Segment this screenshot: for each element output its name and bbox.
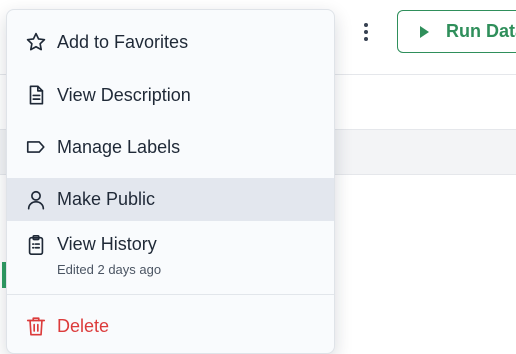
trash-icon [25,315,47,337]
menu-divider [7,294,334,295]
menu-item-label: View Description [57,84,191,105]
menu-item-label: Add to Favorites [57,31,189,52]
menu-item-text: View History Edited 2 days ago [57,234,161,277]
menu-item-view-description[interactable]: View Description [7,74,334,116]
context-menu: Add to Favorites View Description Manage… [6,9,335,354]
kebab-dot [364,23,368,27]
menu-item-label: Make Public [57,189,156,209]
document-icon [25,84,47,106]
menu-item-sublabel: Edited 2 days ago [57,262,162,277]
play-icon [420,25,429,38]
menu-item-label: Manage Labels [57,136,181,157]
menu-item-view-history[interactable]: View History Edited 2 days ago [7,234,334,286]
more-options-icon[interactable] [354,20,378,44]
menu-item-manage-labels[interactable]: Manage Labels [7,126,334,168]
kebab-dot [364,30,368,34]
tag-icon [25,136,47,158]
menu-item-label: View History [57,234,157,254]
kebab-dot [364,37,368,41]
user-icon [25,189,47,211]
menu-item-add-to-favorites[interactable]: Add to Favorites [7,21,334,63]
run-data-button-label: Run Data [446,21,516,41]
menu-item-delete[interactable]: Delete [7,305,334,347]
menu-item-make-public[interactable]: Make Public [7,178,334,221]
star-outline-icon [25,31,47,53]
clipboard-list-icon [25,234,47,256]
menu-item-label: Delete [57,315,110,336]
run-data-button[interactable]: Run Data [397,10,516,53]
